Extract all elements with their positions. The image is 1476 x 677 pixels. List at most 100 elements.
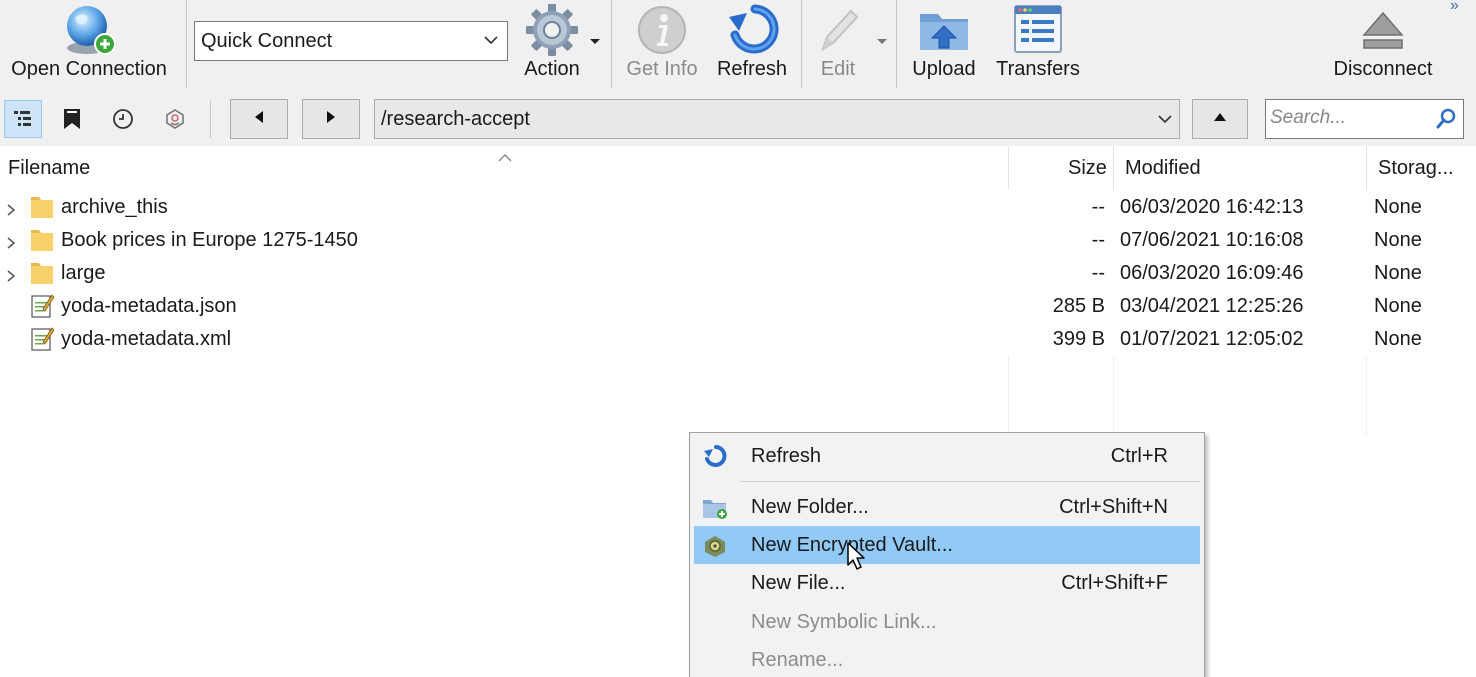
- file-modified: 01/07/2021 12:05:02: [1120, 328, 1304, 350]
- table-row[interactable]: yoda-metadata.json 285 B 03/04/2021 12:2…: [0, 290, 1476, 323]
- menu-item-label: Rename...: [751, 649, 844, 671]
- menu-item-new-symbolic-link[interactable]: New Symbolic Link...: [694, 603, 1200, 641]
- table-row[interactable]: large -- 06/03/2020 16:09:46 None: [0, 257, 1476, 290]
- menu-item-refresh[interactable]: Refresh Ctrl+R: [694, 437, 1200, 475]
- search-icon[interactable]: [1435, 108, 1457, 136]
- eject-icon: [1353, 0, 1413, 60]
- chevron-down-icon: [1157, 111, 1173, 127]
- menu-item-new-file[interactable]: New File... Ctrl+Shift+F: [694, 564, 1200, 602]
- open-connection-label: Open Connection: [11, 58, 167, 80]
- table-row[interactable]: archive_this -- 06/03/2020 16:42:13 None: [0, 191, 1476, 224]
- parent-directory-button[interactable]: [1192, 99, 1248, 139]
- quick-connect-value: Quick Connect: [201, 29, 333, 52]
- vault-icon: [702, 533, 728, 559]
- file-storage: None: [1374, 295, 1422, 317]
- menu-separator: [740, 481, 1200, 482]
- bonjour-icon[interactable]: [156, 100, 194, 138]
- file-modified: 06/03/2020 16:42:13: [1120, 196, 1304, 218]
- column-divider[interactable]: [1366, 146, 1367, 190]
- column-divider[interactable]: [1113, 146, 1114, 190]
- upload-folder-icon: [914, 0, 974, 60]
- edit-button[interactable]: Edit: [806, 0, 870, 88]
- browser-view-icon[interactable]: [4, 100, 42, 138]
- table-row[interactable]: yoda-metadata.xml 399 B 01/07/2021 12:05…: [0, 323, 1476, 356]
- open-connection-button[interactable]: Open Connection: [4, 0, 174, 88]
- search-input[interactable]: [1266, 100, 1426, 136]
- text-file-icon: [30, 326, 55, 352]
- path-dropdown[interactable]: /research-accept: [374, 99, 1180, 139]
- file-name: Book prices in Europe 1275-1450: [61, 229, 358, 251]
- edit-label: Edit: [820, 58, 856, 80]
- file-size: 399 B: [1052, 328, 1105, 350]
- refresh-icon: [702, 444, 728, 470]
- file-name: large: [61, 262, 106, 284]
- toolbar-divider: [611, 0, 612, 88]
- upload-button[interactable]: Upload: [906, 0, 982, 88]
- menu-item-label: Refresh: [751, 445, 822, 467]
- action-label: Action: [524, 58, 580, 80]
- quick-connect-dropdown[interactable]: Quick Connect: [194, 21, 508, 61]
- file-size: --: [1091, 229, 1105, 251]
- edit-dropdown-arrow-icon[interactable]: [877, 39, 887, 44]
- chevron-down-icon: [483, 32, 499, 48]
- file-modified: 06/03/2020 16:09:46: [1120, 262, 1304, 284]
- refresh-button[interactable]: Refresh: [712, 0, 792, 88]
- column-header-size[interactable]: Size: [1068, 146, 1107, 190]
- get-info-label: Get Info: [626, 58, 698, 80]
- action-button[interactable]: Action: [514, 0, 590, 88]
- back-button[interactable]: [230, 99, 288, 139]
- toolbar-divider: [186, 0, 187, 88]
- file-storage: None: [1374, 229, 1422, 251]
- column-guide: [1113, 356, 1114, 436]
- current-path: /research-accept: [381, 107, 530, 130]
- transfers-label: Transfers: [996, 58, 1080, 80]
- column-header-storage[interactable]: Storag...: [1378, 146, 1454, 190]
- column-guide: [1366, 356, 1367, 436]
- toolbar-divider: [896, 0, 897, 88]
- table-row[interactable]: Book prices in Europe 1275-1450 -- 07/06…: [0, 224, 1476, 257]
- file-size: --: [1091, 262, 1105, 284]
- folder-icon: [30, 260, 54, 286]
- disconnect-label: Disconnect: [1333, 58, 1433, 80]
- bookmark-icon[interactable]: [53, 100, 91, 138]
- text-file-icon: [30, 293, 55, 319]
- column-divider[interactable]: [1008, 146, 1009, 190]
- toolbar-divider: [801, 0, 802, 88]
- menu-item-new-folder[interactable]: New Folder... Ctrl+Shift+N: [694, 488, 1200, 526]
- info-icon: [632, 0, 692, 60]
- menu-item-new-encrypted-vault[interactable]: New Encrypted Vault...: [694, 526, 1200, 564]
- menu-item-label: New Folder...: [751, 496, 869, 518]
- file-size: 285 B: [1052, 295, 1105, 317]
- expand-chevron-icon[interactable]: [5, 200, 17, 223]
- search-field[interactable]: [1265, 99, 1464, 139]
- pencil-icon: [808, 0, 868, 60]
- sort-ascending-icon: [498, 146, 512, 169]
- upload-label: Upload: [912, 58, 976, 80]
- toolbar-overflow-button[interactable]: »: [1450, 0, 1459, 15]
- menu-item-rename[interactable]: Rename...: [694, 641, 1200, 677]
- disconnect-button[interactable]: Disconnect: [1326, 0, 1440, 88]
- transfers-button[interactable]: Transfers: [992, 0, 1084, 88]
- nav-divider: [210, 100, 211, 138]
- column-guide: [1008, 356, 1009, 436]
- file-storage: None: [1374, 196, 1422, 218]
- transfers-list-icon: [1008, 0, 1068, 60]
- expand-chevron-icon[interactable]: [5, 233, 17, 256]
- action-dropdown-arrow-icon[interactable]: [590, 39, 600, 44]
- file-size: --: [1091, 196, 1105, 218]
- menu-item-shortcut: Ctrl+Shift+N: [1059, 496, 1168, 518]
- refresh-label: Refresh: [716, 58, 788, 80]
- main-toolbar: Open Connection Quick Connect Action Get…: [0, 0, 1476, 92]
- column-header-modified[interactable]: Modified: [1125, 146, 1201, 190]
- column-header-filename[interactable]: Filename: [8, 146, 90, 190]
- forward-button[interactable]: [302, 99, 360, 139]
- file-modified: 07/06/2021 10:16:08: [1120, 229, 1304, 251]
- folder-icon: [30, 194, 54, 220]
- menu-item-shortcut: Ctrl+R: [1110, 445, 1168, 467]
- history-clock-icon[interactable]: [104, 100, 142, 138]
- get-info-button[interactable]: Get Info: [622, 0, 702, 88]
- refresh-icon: [722, 0, 782, 60]
- file-storage: None: [1374, 262, 1422, 284]
- menu-item-label: New File...: [751, 572, 846, 594]
- expand-chevron-icon[interactable]: [5, 266, 17, 289]
